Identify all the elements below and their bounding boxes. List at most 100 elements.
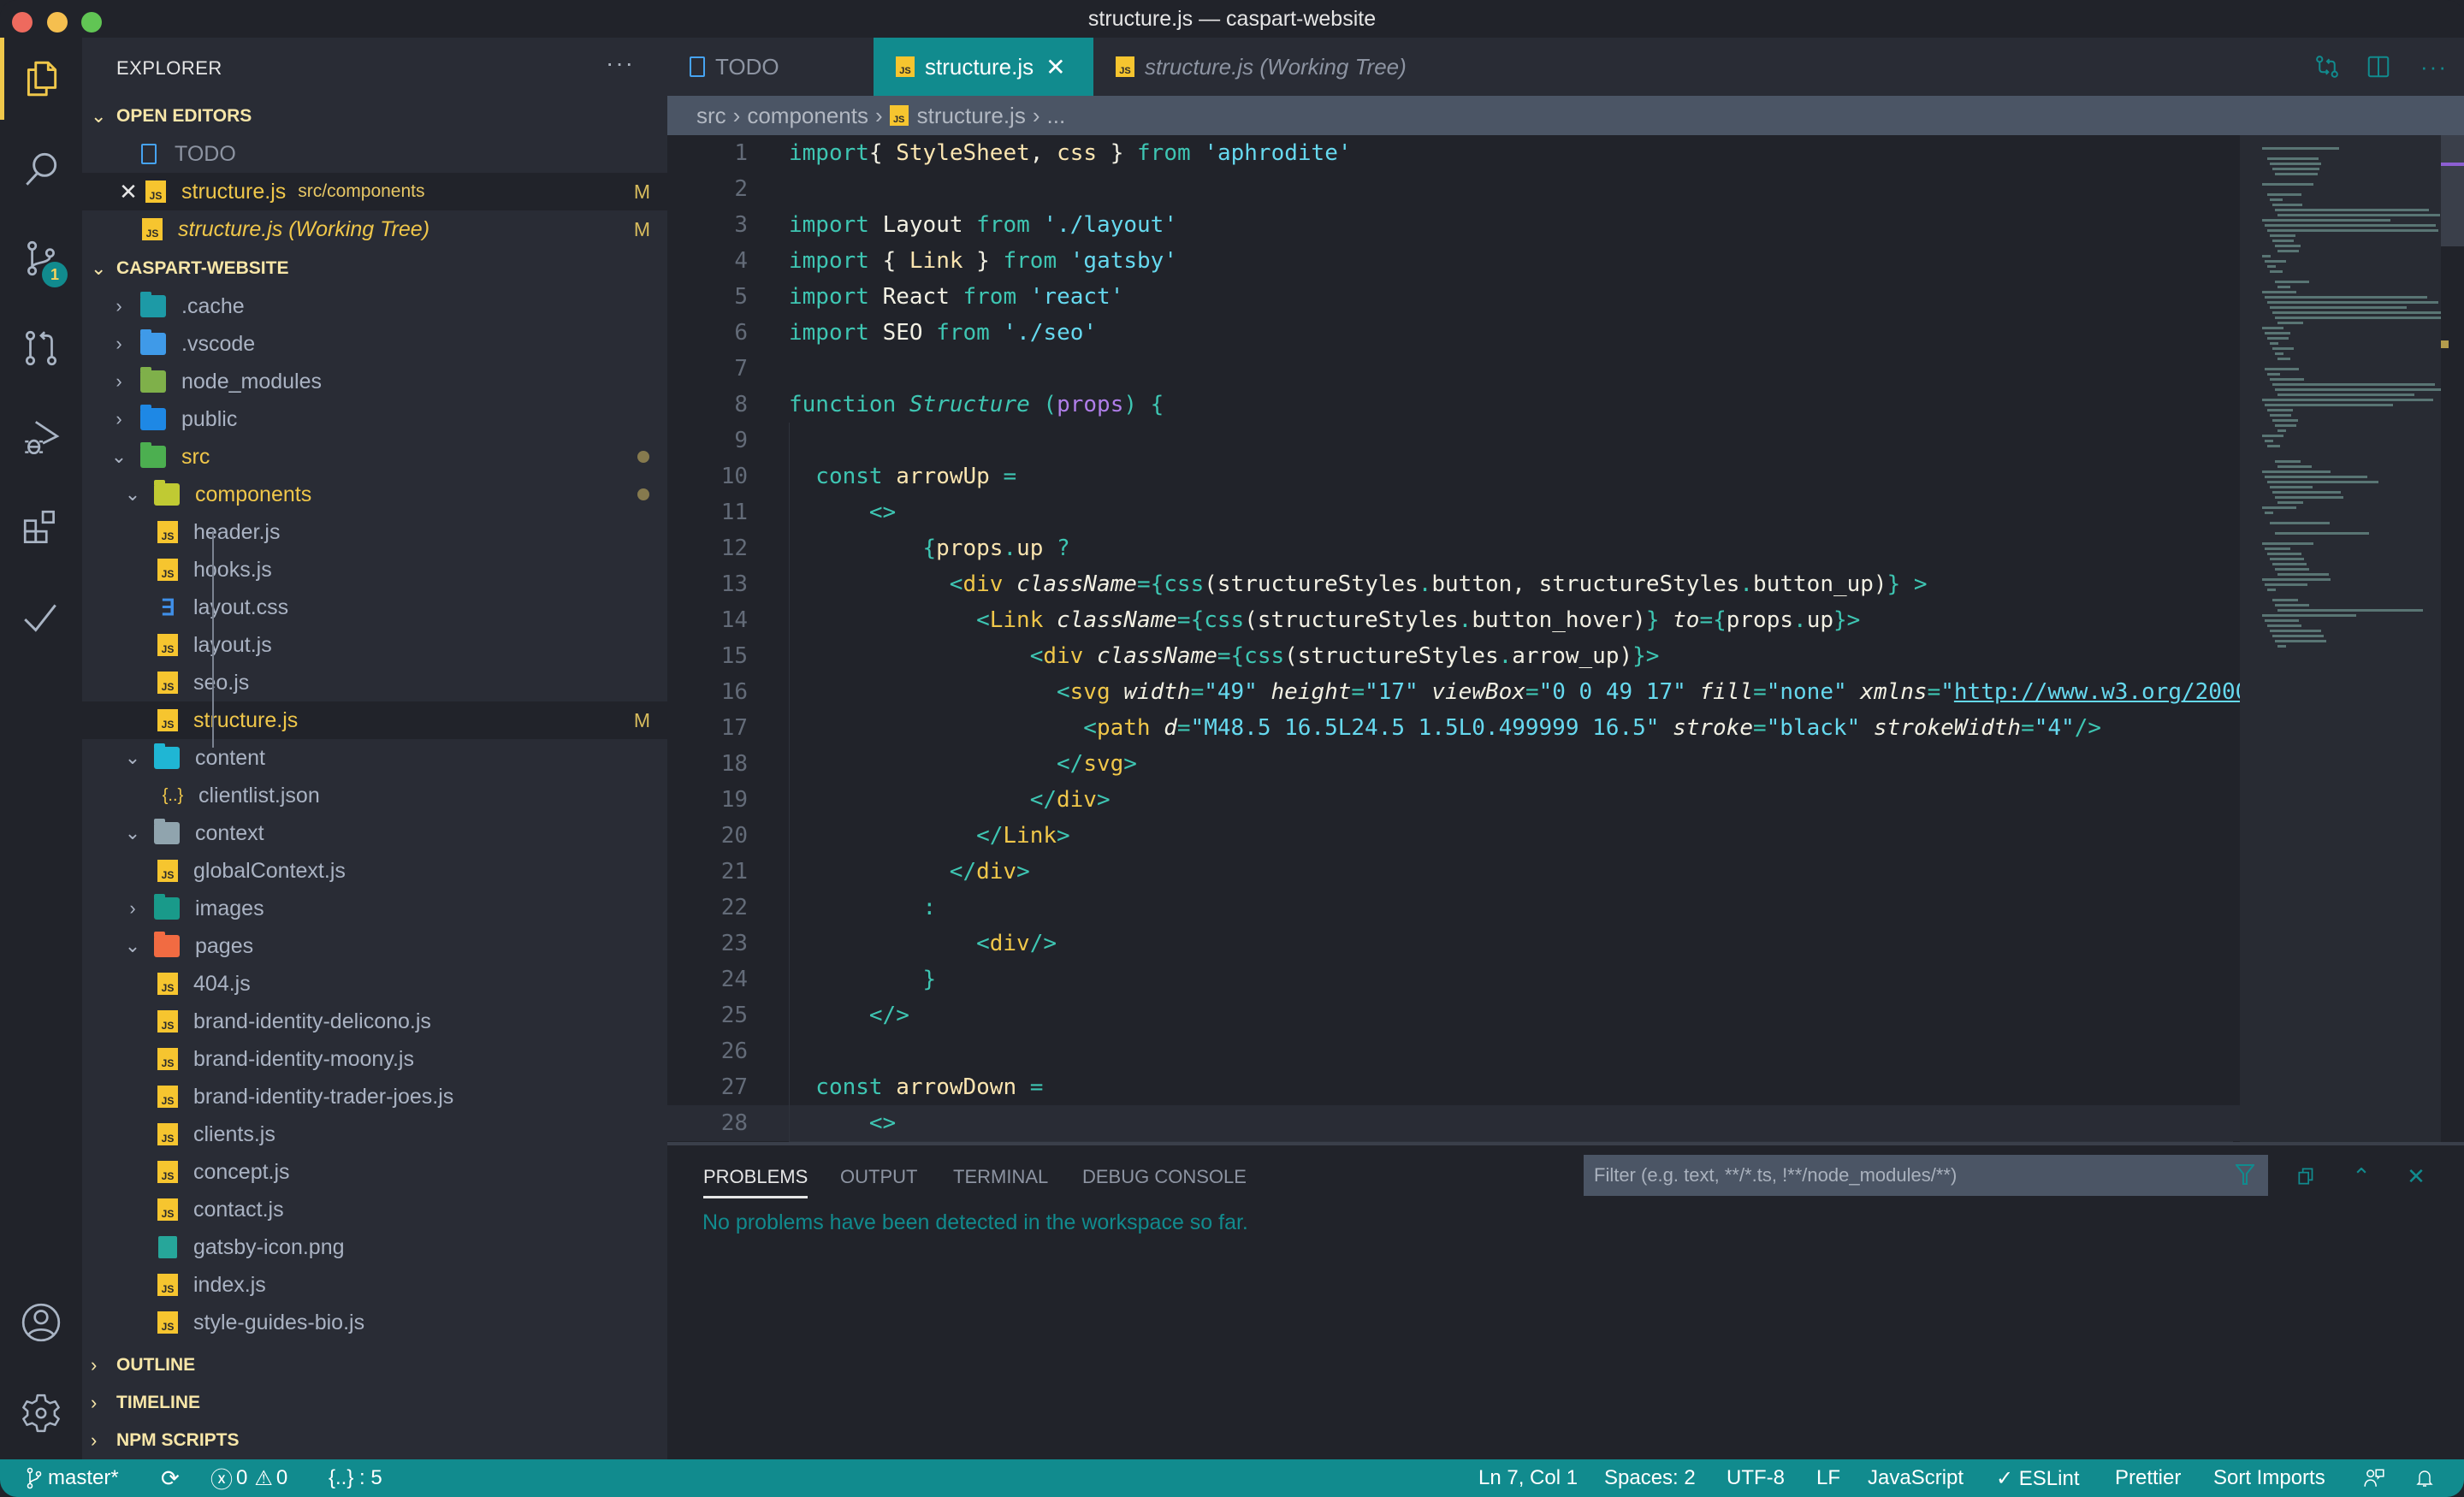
notifications-icon[interactable] <box>2414 1459 2435 1497</box>
tree-file[interactable]: JS structure.js M <box>82 701 667 739</box>
tree-file[interactable]: JS brand-identity-delicono.js <box>82 1003 667 1040</box>
feedback-icon[interactable] <box>2363 1459 2385 1497</box>
activity-search[interactable] <box>0 127 82 210</box>
close-tab-icon[interactable]: ✕ <box>1045 53 1065 81</box>
vertical-scrollbar[interactable] <box>2441 135 2464 1142</box>
outline-section[interactable]: › OUTLINE <box>82 1346 667 1384</box>
tab-output[interactable]: OUTPUT <box>840 1166 917 1188</box>
tree-file[interactable]: JS concept.js <box>82 1153 667 1191</box>
open-editors-section[interactable]: ⌄ OPEN EDITORS <box>82 98 667 135</box>
tab-structure-js-working-tree[interactable]: JS structure.js (Working Tree) <box>1093 38 1470 96</box>
json-count[interactable]: {..} : 5 <box>329 1459 382 1497</box>
open-editor-item[interactable]: ✕ JS structure.js src/components M <box>82 173 667 210</box>
tab-debug-console[interactable]: DEBUG CONSOLE <box>1082 1166 1247 1188</box>
activity-explorer[interactable] <box>0 38 82 120</box>
tree-file[interactable]: gatsby-icon.png <box>82 1228 667 1266</box>
activity-pull-requests[interactable] <box>0 307 82 389</box>
code-line: 5 import React from 'react' <box>667 279 2240 315</box>
tab-problems[interactable]: PROBLEMS <box>703 1166 808 1198</box>
tree-file[interactable]: {..} clientlist.json <box>82 777 667 814</box>
tree-file[interactable]: JS clients.js <box>82 1115 667 1153</box>
files-icon <box>27 61 57 97</box>
workspace-section[interactable]: ⌄ CASPART-WEBSITE <box>82 250 667 287</box>
tab-structure-js[interactable]: JS structure.js ✕ <box>874 38 1093 96</box>
minimap-line <box>2270 486 2313 488</box>
tree-file[interactable]: JS 404.js <box>82 965 667 1003</box>
tree-folder[interactable]: › .vscode <box>82 325 667 363</box>
tree-folder[interactable]: › public <box>82 400 667 438</box>
tab-todo[interactable]: TODO <box>667 38 873 96</box>
tree-file[interactable]: JS brand-identity-moony.js <box>82 1040 667 1078</box>
problems-indicator[interactable]: ⓧ 0 ⚠ 0 <box>210 1459 287 1497</box>
tree-folder[interactable]: ⌄ content <box>82 739 667 777</box>
timeline-section[interactable]: › TIMELINE <box>82 1384 667 1422</box>
tree-folder[interactable]: › .cache <box>82 287 667 325</box>
eslint-status[interactable]: ✓ ESLint <box>1996 1459 2080 1497</box>
tree-folder[interactable]: › images <box>82 890 667 927</box>
scrollbar-thumb[interactable] <box>2441 135 2464 246</box>
sort-imports[interactable]: Sort Imports <box>2213 1459 2325 1497</box>
breadcrumb-item[interactable]: src <box>696 103 726 129</box>
sync-icon[interactable]: ⟳ <box>161 1459 180 1497</box>
tree-folder[interactable]: ⌄ pages <box>82 927 667 965</box>
tree-file[interactable]: JS hooks.js <box>82 551 667 589</box>
line-number: 11 <box>720 500 748 525</box>
split-editor-icon[interactable] <box>2353 38 2404 96</box>
open-changes-icon[interactable] <box>2301 38 2353 96</box>
activity-manage[interactable] <box>0 1372 82 1454</box>
tree-file[interactable]: JS seo.js <box>82 664 667 701</box>
minimap-line <box>2262 399 2433 401</box>
tree-file[interactable]: JS globalContext.js <box>82 852 667 890</box>
maximize-panel-icon[interactable]: ⌃ <box>2344 1159 2378 1193</box>
minimap[interactable] <box>2240 135 2441 1142</box>
encoding[interactable]: UTF-8 <box>1727 1459 1785 1497</box>
open-editor-item[interactable]: JS structure.js (Working Tree) M <box>82 210 667 248</box>
tree-folder[interactable]: › node_modules <box>82 363 667 400</box>
language-mode[interactable]: JavaScript <box>1868 1459 1964 1497</box>
minimap-line <box>2270 234 2295 237</box>
tree-folder[interactable]: ⌄ components <box>82 476 667 513</box>
prettier-status[interactable]: Prettier <box>2115 1459 2181 1497</box>
npm-scripts-section[interactable]: › NPM SCRIPTS <box>82 1422 667 1459</box>
tree-file[interactable]: JS brand-identity-trader-joes.js <box>82 1078 667 1115</box>
indentation[interactable]: Spaces: 2 <box>1604 1459 1696 1497</box>
tree-file[interactable]: JS index.js <box>82 1266 667 1304</box>
breadcrumb-item[interactable]: ... <box>1047 103 1066 129</box>
open-editor-item[interactable]: TODO <box>82 135 667 173</box>
activity-run-debug[interactable] <box>0 397 82 479</box>
minimap-line <box>2270 558 2304 560</box>
js-icon: JS <box>157 860 178 882</box>
breadcrumb-item[interactable]: structure.js <box>917 103 1026 129</box>
breadcrumb-item[interactable]: components <box>747 103 868 129</box>
tree-file[interactable]: ∃ layout.css <box>82 589 667 626</box>
more-actions-icon[interactable]: ··· <box>2404 38 2464 96</box>
close-icon[interactable]: ✕ <box>116 179 140 205</box>
activity-extensions[interactable] <box>0 487 82 569</box>
js-icon: JS <box>157 1161 178 1183</box>
end-of-line[interactable]: LF <box>1816 1459 1840 1497</box>
tree-folder[interactable]: ⌄ src <box>82 438 667 476</box>
code-editor[interactable]: 1 import{ StyleSheet, css } from 'aphrodi… <box>667 135 2240 1142</box>
cursor-position[interactable]: Ln 7, Col 1 <box>1478 1459 1578 1497</box>
tree-file[interactable]: JS layout.js <box>82 626 667 664</box>
tree-item-label: globalContext.js <box>193 858 346 883</box>
tab-terminal[interactable]: TERMINAL <box>953 1166 1048 1188</box>
js-icon: JS <box>896 56 915 77</box>
collapse-all-icon[interactable] <box>2289 1159 2324 1193</box>
tree-file[interactable]: JS contact.js <box>82 1191 667 1228</box>
tree-file[interactable]: JS header.js <box>82 513 667 551</box>
open-editors-label: OPEN EDITORS <box>116 106 252 126</box>
minimap-line <box>2265 476 2367 478</box>
filter-input[interactable] <box>1594 1164 2227 1186</box>
code-text: } <box>922 967 937 992</box>
branch-indicator[interactable]: master* <box>26 1459 119 1497</box>
close-panel-icon[interactable]: ✕ <box>2399 1159 2433 1193</box>
activity-accounts[interactable] <box>0 1281 82 1364</box>
minimap-line <box>2277 609 2423 612</box>
activity-tasks[interactable] <box>0 577 82 659</box>
activity-source-control[interactable]: 1 <box>0 217 82 299</box>
filter-icon[interactable] <box>2234 1163 2256 1192</box>
tree-file[interactable]: JS style-guides-bio.js <box>82 1304 667 1341</box>
tree-folder[interactable]: ⌄ context <box>82 814 667 852</box>
more-actions-icon[interactable]: ··· <box>606 50 635 77</box>
